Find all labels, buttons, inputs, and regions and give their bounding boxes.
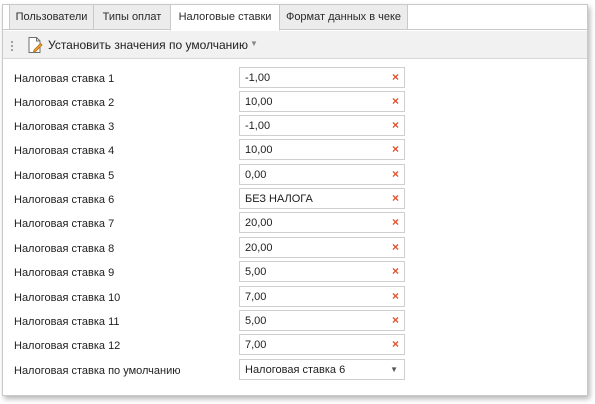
tax-rate-row-12: Налоговая ставка 12 7,00 ×	[3, 334, 587, 358]
set-defaults-button[interactable]: Установить значения по умолчанию	[27, 34, 248, 56]
tab-receipt-format[interactable]: Формат данных в чеке	[279, 5, 408, 30]
toolbar: Установить значения по умолчанию ▼	[3, 31, 587, 59]
toolbar-dropdown-arrow-icon[interactable]: ▼	[250, 39, 258, 48]
tax-rate-value: 10,00	[245, 144, 273, 156]
clear-icon[interactable]: ×	[392, 119, 399, 132]
tax-rate-value: 0,00	[245, 169, 267, 181]
clear-icon[interactable]: ×	[392, 95, 399, 108]
tax-rate-label: Налоговая ставка 3	[14, 121, 115, 133]
tax-rate-row-8: Налоговая ставка 8 20,00 ×	[3, 237, 587, 261]
tax-rate-row-4: Налоговая ставка 4 10,00 ×	[3, 139, 587, 163]
clear-icon[interactable]: ×	[392, 265, 399, 278]
tax-rate-label: Налоговая ставка 11	[14, 316, 120, 328]
tax-rate-label: Налоговая ставка 7	[14, 218, 115, 230]
tax-rate-field-9[interactable]: 5,00 ×	[239, 261, 405, 282]
tax-rate-value: 5,00	[245, 266, 267, 278]
tax-rate-label: Налоговая ставка 12	[14, 340, 121, 352]
tax-rate-row-7: Налоговая ставка 7 20,00 ×	[3, 212, 587, 236]
tax-rate-value: БЕЗ НАЛОГА	[245, 193, 313, 205]
clear-icon[interactable]: ×	[392, 216, 399, 229]
tax-rate-field-8[interactable]: 20,00 ×	[239, 237, 405, 258]
tax-rate-field-1[interactable]: -1,00 ×	[239, 67, 405, 88]
tax-rate-field-3[interactable]: -1,00 ×	[239, 115, 405, 136]
default-rate-value: Налоговая ставка 6	[245, 364, 346, 376]
clear-icon[interactable]: ×	[392, 241, 399, 254]
tax-rate-row-10: Налоговая ставка 10 7,00 ×	[3, 286, 587, 310]
tax-rate-field-2[interactable]: 10,00 ×	[239, 91, 405, 112]
clear-icon[interactable]: ×	[392, 143, 399, 156]
tab-strip: Пользователи Типы оплат Налоговые ставки…	[3, 5, 587, 31]
default-rate-select[interactable]: Налоговая ставка 6 ▼	[239, 359, 405, 380]
tax-rate-row-1: Налоговая ставка 1 -1,00 ×	[3, 67, 587, 91]
tax-rate-field-6[interactable]: БЕЗ НАЛОГА ×	[239, 188, 405, 209]
tax-rate-row-9: Налоговая ставка 9 5,00 ×	[3, 261, 587, 285]
tax-rate-value: 7,00	[245, 339, 267, 351]
clear-icon[interactable]: ×	[392, 338, 399, 351]
toolbar-grip-icon[interactable]	[11, 40, 13, 51]
clear-icon[interactable]: ×	[392, 290, 399, 303]
tax-rate-field-7[interactable]: 20,00 ×	[239, 212, 405, 233]
edit-document-icon	[28, 37, 43, 53]
tax-rate-label: Налоговая ставка 6	[14, 194, 115, 206]
tax-rate-row-2: Налоговая ставка 2 10,00 ×	[3, 91, 587, 115]
tax-rate-value: 7,00	[245, 291, 267, 303]
set-defaults-label: Установить значения по умолчанию	[48, 38, 248, 52]
settings-window: Пользователи Типы оплат Налоговые ставки…	[2, 4, 588, 396]
tax-rate-row-5: Налоговая ставка 5 0,00 ×	[3, 164, 587, 188]
tax-rate-field-10[interactable]: 7,00 ×	[239, 286, 405, 307]
tax-rate-label: Налоговая ставка 9	[14, 267, 115, 279]
tax-rate-row-6: Налоговая ставка 6 БЕЗ НАЛОГА ×	[3, 188, 587, 212]
clear-icon[interactable]: ×	[392, 192, 399, 205]
tax-rate-value: 20,00	[245, 217, 273, 229]
default-rate-label: Налоговая ставка по умолчанию	[14, 365, 181, 377]
tax-rate-label: Налоговая ставка 5	[14, 170, 115, 182]
tax-rate-value: 10,00	[245, 96, 273, 108]
chevron-down-icon[interactable]: ▼	[390, 365, 398, 374]
tax-rate-row-11: Налоговая ставка 11 5,00 ×	[3, 310, 587, 334]
tax-rate-field-5[interactable]: 0,00 ×	[239, 164, 405, 185]
tab-payment-types[interactable]: Типы оплат	[93, 5, 171, 30]
tax-rate-row-3: Налоговая ставка 3 -1,00 ×	[3, 115, 587, 139]
clear-icon[interactable]: ×	[392, 71, 399, 84]
tab-users[interactable]: Пользователи	[9, 5, 94, 30]
tax-rate-field-11[interactable]: 5,00 ×	[239, 310, 405, 331]
clear-icon[interactable]: ×	[392, 314, 399, 327]
tax-rate-label: Налоговая ставка 4	[14, 145, 115, 157]
tax-rate-label: Налоговая ставка 1	[14, 73, 115, 85]
tax-rate-field-4[interactable]: 10,00 ×	[239, 139, 405, 160]
tax-rate-label: Налоговая ставка 2	[14, 97, 115, 109]
tab-tax-rates[interactable]: Налоговые ставки	[170, 5, 280, 31]
tax-rate-value: -1,00	[245, 120, 271, 132]
tax-rate-value: 20,00	[245, 242, 273, 254]
default-rate-row: Налоговая ставка по умолчанию Налоговая …	[3, 359, 587, 383]
tax-rate-value: -1,00	[245, 72, 271, 84]
clear-icon[interactable]: ×	[392, 168, 399, 181]
tax-rate-label: Налоговая ставка 8	[14, 243, 115, 255]
tax-rate-value: 5,00	[245, 315, 267, 327]
tax-rate-field-12[interactable]: 7,00 ×	[239, 334, 405, 355]
tax-rate-label: Налоговая ставка 10	[14, 292, 121, 304]
